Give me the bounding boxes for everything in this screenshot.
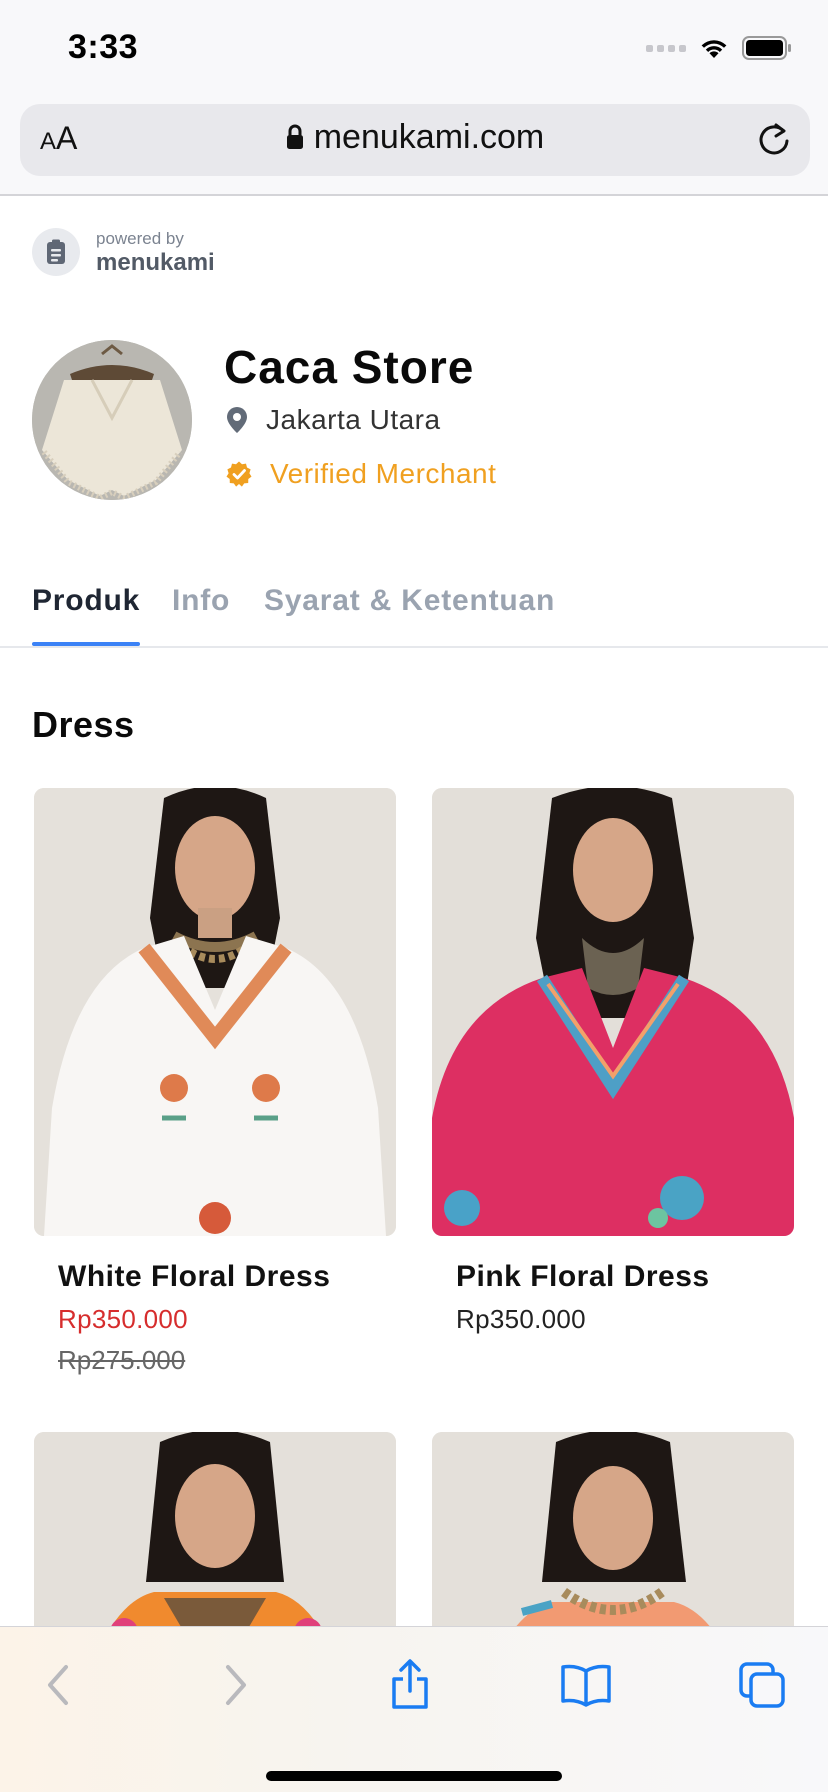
- verified-badge-icon: [226, 461, 252, 487]
- home-indicator: [266, 1771, 562, 1781]
- chevron-left-icon: [48, 1665, 68, 1705]
- product-name: Pink Floral Dress: [456, 1260, 710, 1293]
- clipboard-icon: [32, 228, 80, 276]
- store-location-text: Jakarta Utara: [266, 404, 441, 435]
- tab-produk[interactable]: Produk: [32, 584, 140, 618]
- battery-icon: [742, 36, 791, 60]
- powered-by-badge[interactable]: powered by menukami: [32, 228, 215, 276]
- store-tabs: Produk Info Syarat & Ketentuan: [0, 568, 828, 648]
- forward-button[interactable]: [206, 1655, 266, 1715]
- location-pin-icon: [227, 407, 247, 433]
- wifi-icon: [701, 40, 727, 58]
- share-icon: [392, 1659, 428, 1709]
- address-bar[interactable]: AA menukami.com: [20, 104, 810, 176]
- status-bar: 3:33: [0, 0, 828, 96]
- verified-merchant-badge: Verified Merchant: [226, 458, 496, 490]
- product-sale-price: Rp350.000: [58, 1304, 188, 1334]
- product-image: [34, 1432, 396, 1626]
- category-title: Dress: [32, 704, 135, 745]
- tabs-icon: [739, 1662, 785, 1708]
- status-icons: [646, 36, 792, 60]
- cellular-signal-icon: [646, 44, 686, 52]
- product-name: White Floral Dress: [58, 1260, 331, 1293]
- powered-by-brand: menukami: [96, 248, 215, 276]
- url-text: menukami.com: [313, 118, 545, 156]
- back-button[interactable]: [28, 1655, 88, 1715]
- product-image: [34, 788, 396, 1236]
- browser-toolbar: [0, 1626, 828, 1792]
- product-image: [432, 1432, 794, 1626]
- product-card[interactable]: [34, 1432, 396, 1626]
- active-tab-indicator: [32, 642, 140, 646]
- tab-info[interactable]: Info: [172, 584, 230, 618]
- product-card-pink-floral-dress[interactable]: Pink Floral Dress Rp350.000: [432, 788, 794, 1335]
- bookmarks-button[interactable]: [556, 1655, 616, 1715]
- page-content: powered by menukami Caca Store Jakarta U…: [0, 198, 828, 1626]
- lock-icon: [286, 124, 303, 149]
- tab-syarat-ketentuan[interactable]: Syarat & Ketentuan: [264, 584, 555, 618]
- tabs-button[interactable]: [732, 1655, 792, 1715]
- product-image: [432, 788, 794, 1236]
- store-location: Jakarta Utara: [226, 404, 441, 436]
- url-display[interactable]: menukami.com: [20, 118, 810, 157]
- book-icon: [561, 1664, 611, 1707]
- chevron-right-icon: [226, 1665, 246, 1705]
- product-price: Rp350.000: [456, 1304, 586, 1334]
- verified-merchant-text: Verified Merchant: [270, 458, 497, 489]
- product-original-price: Rp275.000: [58, 1345, 186, 1375]
- status-time: 3:33: [68, 28, 139, 66]
- browser-address-area: AA menukami.com: [0, 96, 828, 196]
- share-button[interactable]: [380, 1655, 440, 1715]
- product-card-white-floral-dress[interactable]: White Floral Dress Rp350.000 Rp275.000: [34, 788, 396, 1376]
- store-avatar: [32, 340, 192, 500]
- store-name: Caca Store: [224, 341, 475, 393]
- reload-button[interactable]: [756, 120, 792, 163]
- reload-icon: [759, 123, 789, 155]
- powered-by-label: powered by: [96, 228, 184, 248]
- product-card[interactable]: [432, 1432, 794, 1626]
